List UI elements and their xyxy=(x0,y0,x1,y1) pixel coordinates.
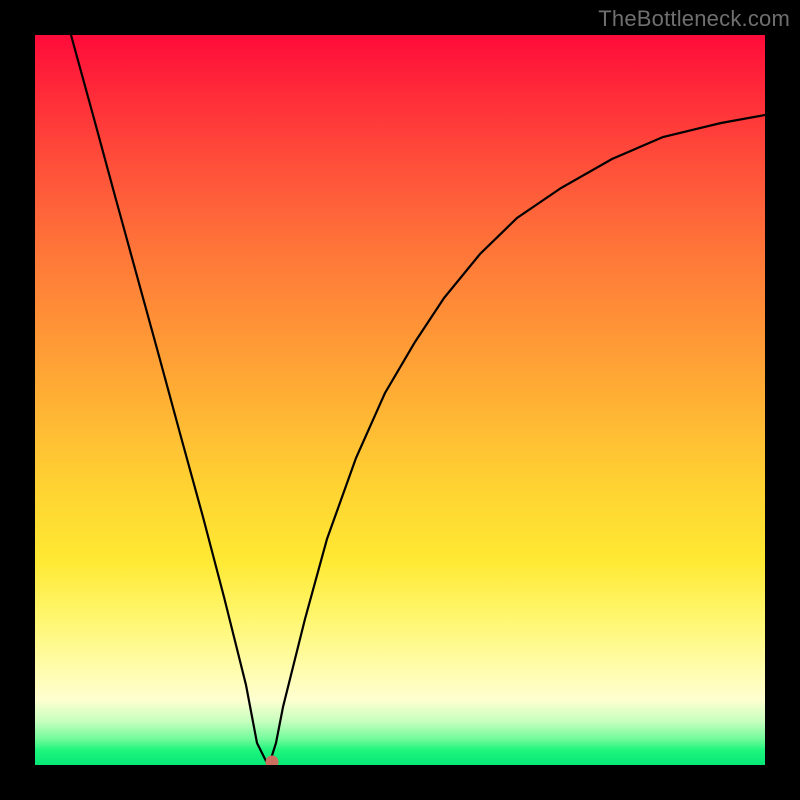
watermark-text: TheBottleneck.com xyxy=(598,6,790,32)
chart-frame: TheBottleneck.com xyxy=(0,0,800,800)
plot-area xyxy=(35,35,765,765)
curve-path xyxy=(71,35,765,765)
min-marker-dot xyxy=(266,756,279,766)
bottleneck-curve xyxy=(35,35,765,765)
